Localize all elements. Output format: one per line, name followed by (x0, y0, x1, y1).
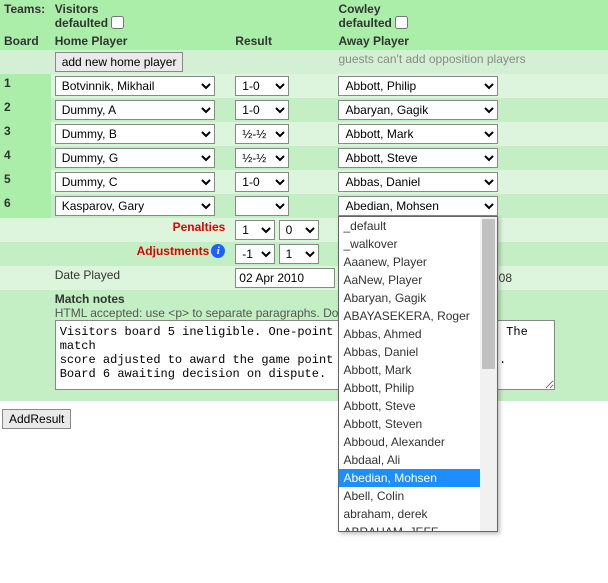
column-headers: Board Home Player Result Away Player (0, 32, 608, 50)
dropdown-option[interactable]: Abbott, Philip (339, 379, 497, 397)
dropdown-scrollbar[interactable] (480, 217, 497, 531)
dropdown-option[interactable]: Abell, Colin (339, 487, 497, 505)
away-player-dropdown[interactable]: _default_walkoverAaanew, PlayerAaNew, Pl… (338, 216, 498, 532)
board-row: 5Dummy, C 1-0 Abbas, Daniel (0, 170, 608, 194)
home-header: Home Player (51, 32, 232, 50)
board-number: 2 (0, 98, 51, 122)
away-player-select[interactable]: Abaryan, Gagik (338, 100, 498, 120)
result-select[interactable]: 1-0 (235, 100, 289, 120)
date-label: Date Played (51, 266, 232, 290)
dropdown-option[interactable]: Abbott, Mark (339, 361, 497, 379)
board-row: 2Dummy, A 1-0 Abaryan, Gagik (0, 98, 608, 122)
penalty-away-select[interactable]: 0 (279, 220, 319, 240)
home-team-name: Visitors (55, 2, 99, 16)
board-number: 3 (0, 122, 51, 146)
board-header: Board (0, 32, 51, 50)
away-team-name: Cowley (338, 2, 380, 16)
dropdown-option[interactable]: Abboud, Alexander (339, 433, 497, 451)
teams-row: Teams: Visitors defaulted Cowley default… (0, 0, 608, 32)
home-defaulted-label: defaulted (55, 16, 108, 30)
away-defaulted-label: defaulted (338, 16, 391, 30)
add-row: add new home player guests can't add opp… (0, 50, 608, 74)
dropdown-option[interactable]: Abdaal, Ali (339, 451, 497, 469)
result-header: Result (231, 32, 334, 50)
away-player-select[interactable]: Abbas, Daniel (338, 172, 498, 192)
penalties-row: Penalties 1 0 (0, 218, 608, 242)
home-player-select[interactable]: Dummy, C (55, 172, 215, 192)
result-select[interactable]: ½-½ (235, 124, 289, 144)
dropdown-option[interactable]: Abbas, Daniel (339, 343, 497, 361)
away-player-select[interactable]: Abbott, Philip (338, 76, 498, 96)
dropdown-option[interactable]: abraham, derek (339, 505, 497, 523)
result-select[interactable]: ½-½ (235, 148, 289, 168)
add-home-player-button[interactable]: add new home player (55, 52, 184, 72)
home-player-select[interactable]: Dummy, A (55, 100, 215, 120)
notes-label: Match notes (55, 292, 125, 306)
board-row: 3Dummy, B ½-½ Abbott, Mark (0, 122, 608, 146)
dropdown-option[interactable]: Abbott, Steve (339, 397, 497, 415)
board-number: 4 (0, 146, 51, 170)
teams-label: Teams: (0, 0, 51, 32)
away-team-cell: Cowley defaulted (334, 0, 608, 32)
dropdown-option[interactable]: Abaryan, Gagik (339, 289, 497, 307)
dropdown-option[interactable]: Abbas, Ahmed (339, 325, 497, 343)
info-icon[interactable]: i (211, 244, 225, 258)
board-number: 5 (0, 170, 51, 194)
home-player-select[interactable]: Botvinnik, Mikhail (55, 76, 215, 96)
dropdown-option[interactable]: _default (339, 217, 497, 235)
adjustments-row: Adjustmentsi -1 1 (0, 242, 608, 266)
away-player-select[interactable]: Abbott, Mark (338, 124, 498, 144)
board-row: 6Kasparov, Gary Abedian, Mohsen (0, 194, 608, 218)
dropdown-option[interactable]: Abbott, Steven (339, 415, 497, 433)
home-defaulted-checkbox[interactable] (111, 16, 124, 29)
result-select[interactable] (235, 196, 289, 216)
result-select[interactable]: 1-0 (235, 172, 289, 192)
date-right-text: 08 (499, 271, 512, 285)
penalties-label: Penalties (51, 218, 232, 242)
adjust-home-select[interactable]: -1 (235, 244, 275, 264)
date-row: Date Played 08 (0, 266, 608, 290)
home-player-select[interactable]: Dummy, G (55, 148, 215, 168)
home-player-select[interactable]: Kasparov, Gary (55, 196, 215, 216)
dropdown-option[interactable]: ABAYASEKERA, Roger (339, 307, 497, 325)
adjust-away-select[interactable]: 1 (279, 244, 319, 264)
dropdown-option[interactable]: Aaanew, Player (339, 253, 497, 271)
away-defaulted-checkbox[interactable] (395, 16, 408, 29)
board-number: 1 (0, 74, 51, 98)
dropdown-scroll-thumb[interactable] (482, 219, 495, 369)
result-select[interactable]: 1-0 (235, 76, 289, 96)
penalty-home-select[interactable]: 1 (235, 220, 275, 240)
guest-note: guests can't add opposition players (338, 52, 525, 66)
adjustments-label: Adjustments (137, 244, 210, 258)
dropdown-option[interactable]: ABRAHAM, JEFF (339, 523, 497, 531)
board-row: 1Botvinnik, Mikhail 1-0 Abbott, Philip (0, 74, 608, 98)
board-number: 6 (0, 194, 51, 218)
home-team-cell: Visitors defaulted (51, 0, 232, 32)
board-row: 4Dummy, G ½-½ Abbott, Steve (0, 146, 608, 170)
notes-row: Match notes HTML accepted: use <p> to se… (0, 290, 608, 401)
match-form: Teams: Visitors defaulted Cowley default… (0, 0, 608, 401)
dropdown-option[interactable]: _walkover (339, 235, 497, 253)
away-header: Away Player (334, 32, 608, 50)
add-result-button[interactable] (2, 409, 71, 429)
home-player-select[interactable]: Dummy, B (55, 124, 215, 144)
dropdown-option[interactable]: AaNew, Player (339, 271, 497, 289)
away-player-select[interactable]: Abbott, Steve (338, 148, 498, 168)
away-player-select[interactable]: Abedian, Mohsen (338, 196, 498, 216)
dropdown-option[interactable]: Abedian, Mohsen (339, 469, 497, 487)
date-input[interactable] (235, 268, 335, 288)
